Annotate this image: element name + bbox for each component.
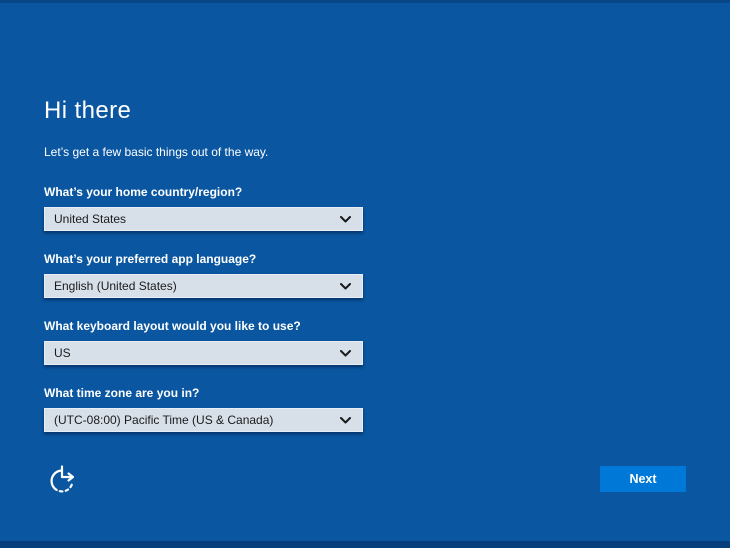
chevron-down-icon [340, 215, 351, 223]
field-time-zone: What time zone are you in? (UTC-08:00) P… [44, 386, 363, 432]
field-app-language: What’s your preferred app language? Engl… [44, 252, 363, 298]
oobe-setup-panel: Hi there Let’s get a few basic things ou… [44, 97, 694, 432]
keyboard-layout-select[interactable]: US [44, 341, 363, 365]
country-region-select[interactable]: United States [44, 207, 363, 231]
country-region-label: What’s your home country/region? [44, 185, 243, 199]
chevron-down-icon [340, 282, 351, 290]
page-subtitle: Let’s get a few basic things out of the … [44, 145, 269, 159]
time-zone-selected-value: (UTC-08:00) Pacific Time (US & Canada) [54, 413, 274, 427]
chevron-down-icon [340, 349, 351, 357]
field-country-region: What’s your home country/region? United … [44, 185, 363, 231]
page-title: Hi there [44, 97, 132, 124]
chevron-down-icon [340, 416, 351, 424]
next-button[interactable]: Next [600, 466, 686, 492]
bottom-edge-strip [0, 541, 730, 548]
field-keyboard-layout: What keyboard layout would you like to u… [44, 319, 363, 365]
top-edge-strip [0, 0, 730, 3]
keyboard-layout-selected-value: US [54, 346, 71, 360]
app-language-selected-value: English (United States) [54, 279, 177, 293]
app-language-select[interactable]: English (United States) [44, 274, 363, 298]
country-region-selected-value: United States [54, 212, 127, 226]
keyboard-layout-label: What keyboard layout would you like to u… [44, 319, 301, 333]
time-zone-label: What time zone are you in? [44, 386, 200, 400]
time-zone-select[interactable]: (UTC-08:00) Pacific Time (US & Canada) [44, 408, 363, 432]
ease-of-access-icon [47, 465, 79, 497]
app-language-label: What’s your preferred app language? [44, 252, 257, 266]
ease-of-access-button[interactable] [46, 462, 80, 496]
